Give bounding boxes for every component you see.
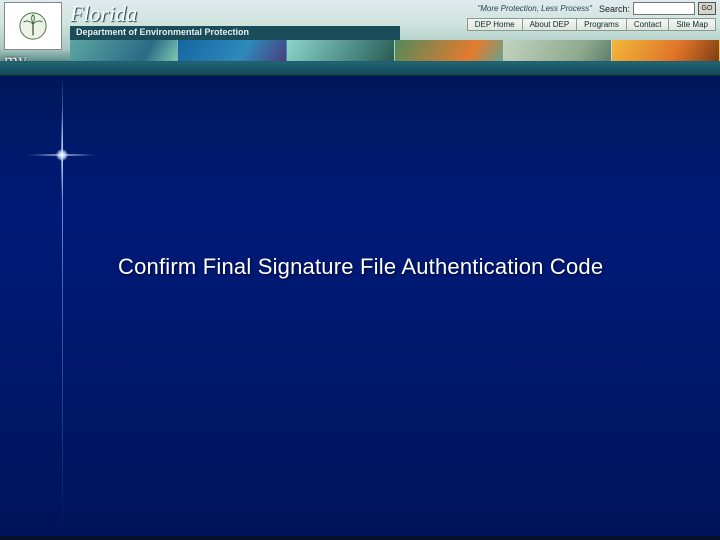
department-name: Department of Environmental Protection [70,26,400,40]
search-label: Search: [599,4,630,14]
nav-about-dep[interactable]: About DEP [523,18,578,31]
search-input[interactable] [633,2,695,15]
nav-dep-home[interactable]: DEP Home [467,18,523,31]
banner-photo-strip [70,40,720,62]
header-banner: Florida Department of Environmental Prot… [0,0,720,62]
search-bar: Search: GO [599,2,716,15]
nav-contact[interactable]: Contact [627,18,670,31]
banner-photo [70,40,178,62]
search-go-button[interactable]: GO [698,2,716,15]
sparkle-icon [62,155,63,156]
myflorida-script: my [4,50,27,62]
state-seal-logo [4,2,62,50]
banner-photo [503,40,611,62]
nav-site-map[interactable]: Site Map [669,18,716,31]
top-nav: DEP Home About DEP Programs Contact Site… [467,18,716,31]
slide-title: Confirm Final Signature File Authenticat… [118,254,690,280]
tagline-text: "More Protection, Less Process" [477,4,592,13]
nav-programs[interactable]: Programs [577,18,627,31]
banner-photo [287,40,395,62]
banner-photo [178,40,286,62]
banner-photo [395,40,503,62]
header-sub-band [0,62,720,76]
bottom-frame-edge [0,536,720,540]
banner-photo [612,40,720,62]
slide: Florida Department of Environmental Prot… [0,0,720,540]
state-name-title: Florida [70,1,137,27]
palm-seal-icon [18,11,48,41]
